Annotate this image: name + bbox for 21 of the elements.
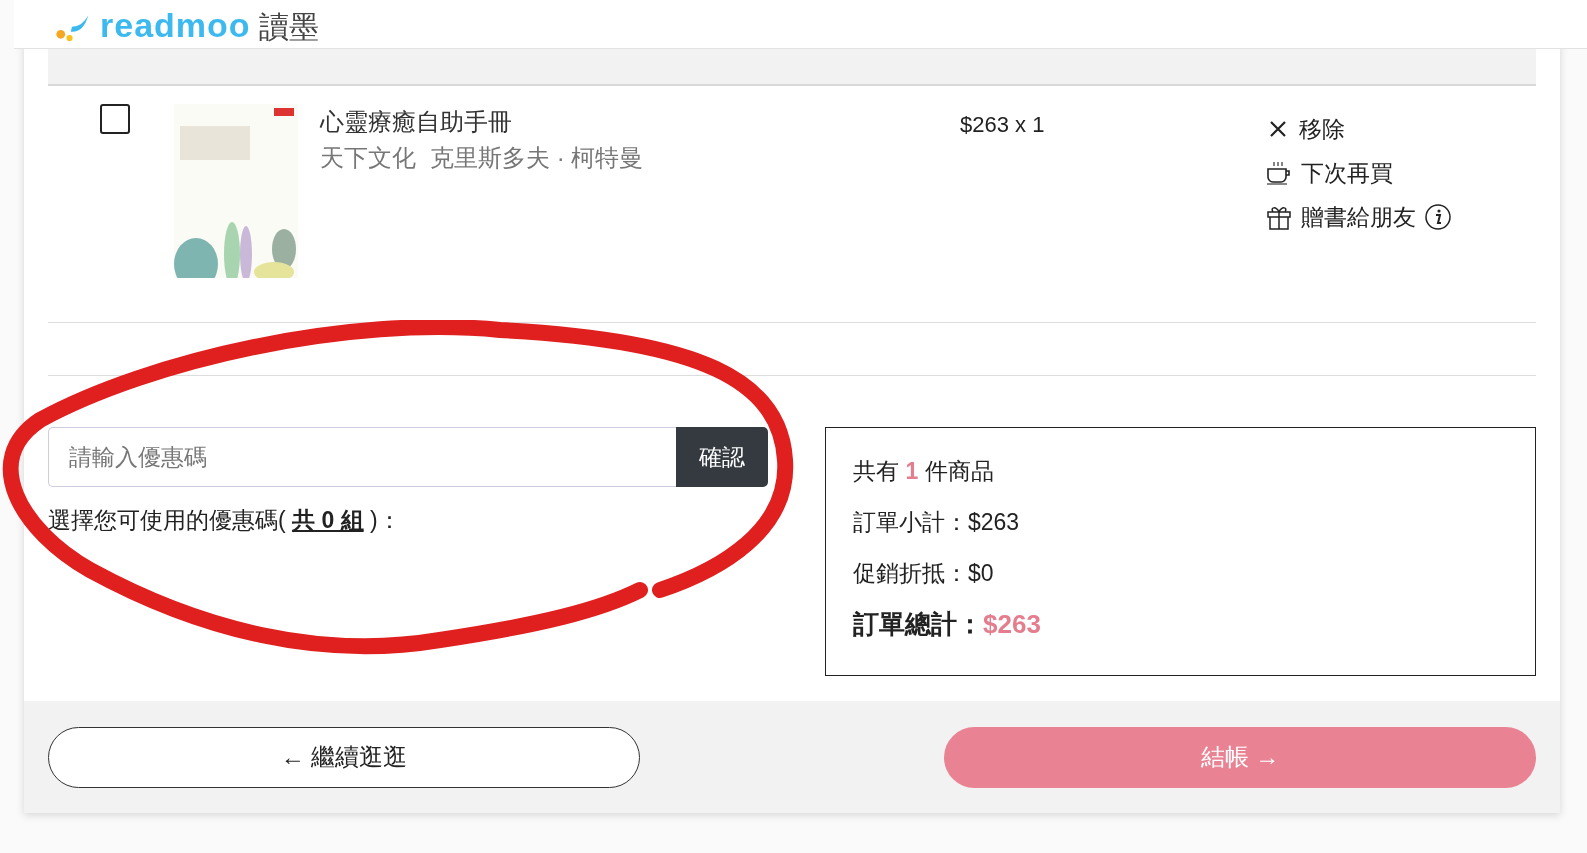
subtotal-text: $263 x 1 bbox=[960, 111, 1046, 139]
author-name: 克里斯多夫 · 柯特曼 bbox=[430, 143, 644, 173]
info-icon[interactable] bbox=[1424, 203, 1452, 231]
order-total-text: 訂單總計：$263 bbox=[853, 608, 1042, 641]
publisher-name: 天下文化 bbox=[320, 143, 416, 173]
continue-shopping-button[interactable]: ← 繼續逛逛 bbox=[48, 726, 640, 788]
logo-text: readmoo bbox=[100, 8, 251, 42]
book-title[interactable]: 心靈療癒自助手冊 bbox=[320, 104, 960, 140]
coupon-count-link[interactable]: 共 0 組 bbox=[292, 507, 364, 533]
remove-action[interactable]: 移除 bbox=[1265, 112, 1452, 146]
checkbox[interactable] bbox=[100, 104, 130, 134]
logo-subtitle: 讀墨 bbox=[258, 12, 319, 42]
later-action[interactable]: 下次再買 bbox=[1265, 156, 1452, 190]
coupon-input-field[interactable]: 請輸入優惠碼 bbox=[48, 427, 676, 487]
confirm-button[interactable]: 確認 bbox=[676, 427, 768, 487]
gift-action[interactable]: 贈書給朋友 bbox=[1265, 200, 1452, 234]
item-count-text: 共有 1 件商品 bbox=[853, 457, 995, 486]
cup-icon bbox=[1265, 160, 1293, 186]
coupon-hint-text: 選擇您可使用的優惠碼( 共 0 組 )： bbox=[48, 506, 402, 535]
summary-line: 促銷折抵：$0 bbox=[853, 559, 995, 588]
summary-line: 訂單小計：$263 bbox=[853, 508, 1021, 537]
